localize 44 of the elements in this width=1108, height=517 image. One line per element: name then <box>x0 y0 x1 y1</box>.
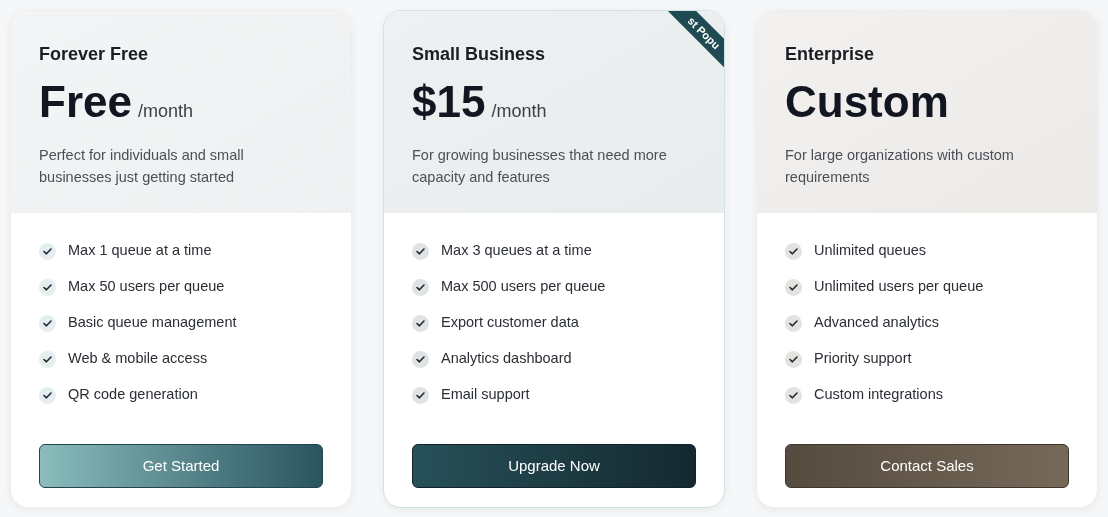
feature-text: Analytics dashboard <box>441 349 572 369</box>
check-icon <box>785 314 802 332</box>
feature-text: Unlimited queues <box>814 241 927 261</box>
plan-name: Small Business <box>412 43 547 66</box>
feature-text: Max 1 queue at a time <box>68 241 212 261</box>
plan-name: Forever Free <box>39 43 150 66</box>
feature-text: Email support <box>441 385 530 405</box>
plan-name: Enterprise <box>785 43 876 66</box>
check-icon <box>785 350 802 368</box>
feature-text: Custom integrations <box>814 385 943 405</box>
price-period: /month <box>137 100 193 123</box>
feature-text: Advanced analytics <box>814 313 939 333</box>
cta-button[interactable]: Get Started <box>39 444 323 488</box>
feature-text: QR code generation <box>68 385 198 405</box>
check-icon <box>412 278 429 296</box>
cta-button[interactable]: Contact Sales <box>785 444 1069 488</box>
cta-button[interactable]: Upgrade Now <box>412 444 696 488</box>
feature-text: Basic queue management <box>68 313 237 333</box>
plan-price: Free <box>39 76 132 128</box>
check-icon <box>412 314 429 332</box>
plan-description: For large organizations with custom requirements <box>785 146 1015 187</box>
check-icon <box>39 278 56 296</box>
plan-description: For growing businesses that need more capacity and features <box>412 146 668 187</box>
check-icon <box>785 386 802 404</box>
check-icon <box>39 386 56 404</box>
price-period: /month <box>491 100 547 123</box>
plan-price: Custom <box>785 76 949 128</box>
check-icon <box>785 278 802 296</box>
check-icon <box>412 386 429 404</box>
check-icon <box>39 242 56 260</box>
feature-text: Unlimited users per queue <box>814 277 984 297</box>
check-icon <box>785 242 802 260</box>
feature-text: Web & mobile access <box>68 349 208 369</box>
feature-text: Priority support <box>814 349 912 369</box>
check-icon <box>39 350 56 368</box>
feature-text: Export customer data <box>441 313 579 333</box>
check-icon <box>412 350 429 368</box>
check-icon <box>412 242 429 260</box>
feature-text: Max 50 users per queue <box>68 277 225 297</box>
check-icon <box>39 314 56 332</box>
feature-text: Max 500 users per queue <box>441 277 606 297</box>
plan-description: Perfect for individuals and small businesses just getting started <box>39 146 245 187</box>
feature-text: Max 3 queues at a time <box>441 241 592 261</box>
plan-price: $15 <box>412 76 486 128</box>
